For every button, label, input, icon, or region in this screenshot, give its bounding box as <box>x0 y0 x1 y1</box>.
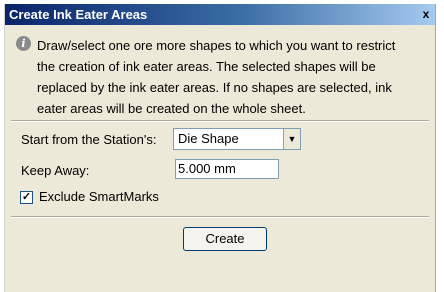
dialog-titlebar: Create Ink Eater Areas x <box>5 4 435 25</box>
info-icon: i <box>16 36 31 51</box>
info-line-3: replaced by the ink eater areas. If no s… <box>37 80 392 95</box>
start-station-label: Start from the Station's: <box>21 132 157 147</box>
keep-away-label: Keep Away: <box>21 163 90 178</box>
info-line-4: eater areas will be created on the whole… <box>37 101 306 116</box>
divider-top <box>11 120 429 122</box>
info-section: i Draw/select one ore more shapes to whi… <box>5 25 435 127</box>
create-button[interactable]: Create <box>183 227 267 251</box>
create-ink-eater-areas-dialog: Create Ink Eater Areas x i Draw/select o… <box>4 4 436 292</box>
exclude-smartmarks-label: Exclude SmartMarks <box>39 189 159 204</box>
keep-away-input[interactable]: 5.000 mm <box>175 159 279 179</box>
close-icon[interactable]: x <box>419 8 433 20</box>
info-line-1: Draw/select one ore more shapes to which… <box>37 38 396 53</box>
chevron-down-icon[interactable]: ▼ <box>283 129 300 149</box>
start-station-value: Die Shape <box>178 131 239 146</box>
start-station-select[interactable]: Die Shape ▼ <box>173 128 301 150</box>
exclude-smartmarks-checkbox[interactable]: ✓ <box>20 191 33 204</box>
info-line-2: the creation of ink eater areas. The sel… <box>37 59 376 74</box>
dialog-title: Create Ink Eater Areas <box>9 7 148 22</box>
divider-bottom <box>11 216 429 218</box>
